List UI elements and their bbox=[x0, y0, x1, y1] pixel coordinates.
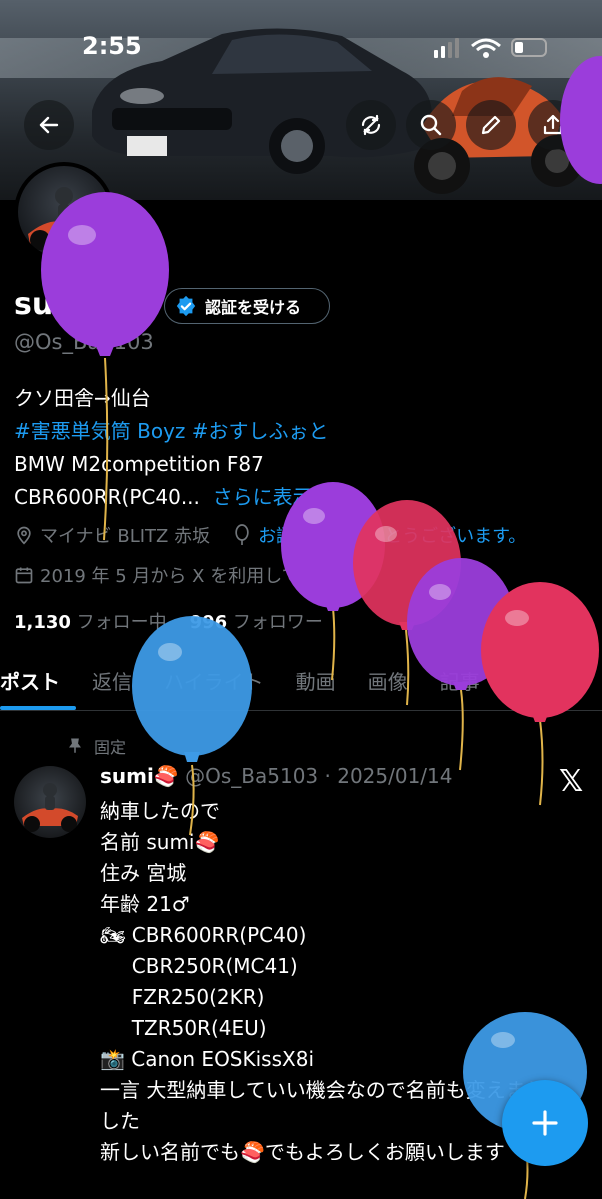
profile-tabs: ポスト 返信 ハイライト 動画 画像 記事 いいね bbox=[0, 652, 602, 710]
balloon-icon bbox=[235, 524, 249, 545]
profile-joined-row: 2019 年 5 月から X を利用しています › bbox=[14, 562, 367, 588]
profile-avatar[interactable] bbox=[14, 162, 114, 262]
share-icon bbox=[543, 114, 563, 135]
search-button[interactable] bbox=[406, 100, 456, 150]
profile-meta-row: マイナビ BLITZ 赤坂 お誕生日おめでとうございます。 bbox=[14, 522, 526, 548]
refresh-button[interactable] bbox=[346, 100, 396, 150]
bio-line: CBR600RR(PC40... bbox=[14, 485, 200, 509]
tabs-divider bbox=[0, 710, 602, 711]
status-icons bbox=[434, 38, 547, 58]
tab-replies[interactable]: 返信 bbox=[92, 652, 132, 710]
avatar-image bbox=[28, 187, 100, 250]
profile-handle: @Os_Ba5103 bbox=[14, 330, 154, 354]
tab-highlights[interactable]: ハイライト bbox=[164, 652, 264, 710]
following-link[interactable]: 1,130 フォロー中 bbox=[14, 612, 167, 633]
share-button[interactable] bbox=[528, 100, 578, 150]
profile-name-row: sumi🍣 bbox=[14, 284, 132, 324]
pinned-indicator: 固定 bbox=[66, 734, 126, 758]
pinned-label: 固定 bbox=[94, 738, 127, 757]
followers-link[interactable]: 996 フォロワー bbox=[190, 612, 323, 633]
x-logo-icon[interactable]: 𝕏 bbox=[559, 764, 583, 799]
follow-stats: 1,130 フォロー中 996 フォロワー bbox=[14, 608, 323, 634]
bio-hashtags[interactable]: #害悪単気筒 Boyz #おすしふぉと bbox=[14, 415, 329, 448]
following-count: 1,130 bbox=[14, 612, 71, 633]
profile-location: マイナビ BLITZ 赤坂 bbox=[40, 526, 211, 547]
profile-birthday[interactable]: お誕生日おめでとうございます。 bbox=[258, 522, 526, 548]
edit-icon bbox=[481, 115, 501, 135]
followers-label: フォロワー bbox=[232, 612, 323, 633]
search-icon bbox=[420, 114, 442, 136]
status-bar: 2:55 bbox=[0, 28, 602, 68]
verified-badge-icon bbox=[176, 295, 196, 317]
post-avatar-image bbox=[22, 783, 78, 832]
post-author-name[interactable]: sumi🍣 bbox=[100, 764, 179, 788]
tab-posts[interactable]: ポスト bbox=[0, 652, 60, 710]
profile-joined: 2019 年 5 月から X を利用しています bbox=[40, 566, 354, 587]
profile-bio: クソ田舎→仙台 #害悪単気筒 Boyz #おすしふぉと BMW M2compet… bbox=[14, 382, 329, 514]
tab-media[interactable]: 画像 bbox=[368, 652, 408, 710]
tab-videos[interactable]: 動画 bbox=[296, 652, 336, 710]
chevron-right-icon: › bbox=[359, 564, 367, 586]
bio-line: クソ田舎→仙台 bbox=[14, 386, 151, 410]
following-label: フォロー中 bbox=[76, 612, 167, 633]
refresh-icon bbox=[361, 114, 381, 136]
status-time: 2:55 bbox=[82, 32, 142, 60]
tab-likes[interactable]: いいね bbox=[512, 652, 572, 710]
get-verified-label: 認証を受ける bbox=[205, 298, 302, 317]
calendar-icon bbox=[15, 567, 33, 584]
pin-icon bbox=[69, 738, 81, 753]
followers-count: 996 bbox=[189, 612, 228, 633]
show-more-link[interactable]: さらに表示 bbox=[213, 485, 313, 509]
post-avatar[interactable] bbox=[14, 766, 86, 838]
location-icon bbox=[17, 526, 31, 545]
tab-articles[interactable]: 記事 bbox=[440, 652, 480, 710]
back-button[interactable] bbox=[24, 100, 74, 150]
post-text: 納車したので 名前 sumi🍣 住み 宮城 年齢 21♂ 🏍 CBR600RR(… bbox=[100, 799, 566, 1164]
compose-post-button[interactable] bbox=[502, 1080, 588, 1166]
back-arrow-icon bbox=[39, 116, 59, 134]
edit-button[interactable] bbox=[466, 100, 516, 150]
post-handle-date[interactable]: @Os_Ba5103 · 2025/01/14 bbox=[185, 764, 452, 788]
plus-icon bbox=[532, 1110, 558, 1136]
get-verified-button[interactable]: 認証を受ける bbox=[164, 288, 330, 324]
post-header: sumi🍣 @Os_Ba5103 · 2025/01/14 bbox=[100, 764, 453, 788]
profile-name: sumi🍣 bbox=[14, 286, 133, 322]
bio-line: BMW M2competition F87 bbox=[14, 452, 264, 476]
